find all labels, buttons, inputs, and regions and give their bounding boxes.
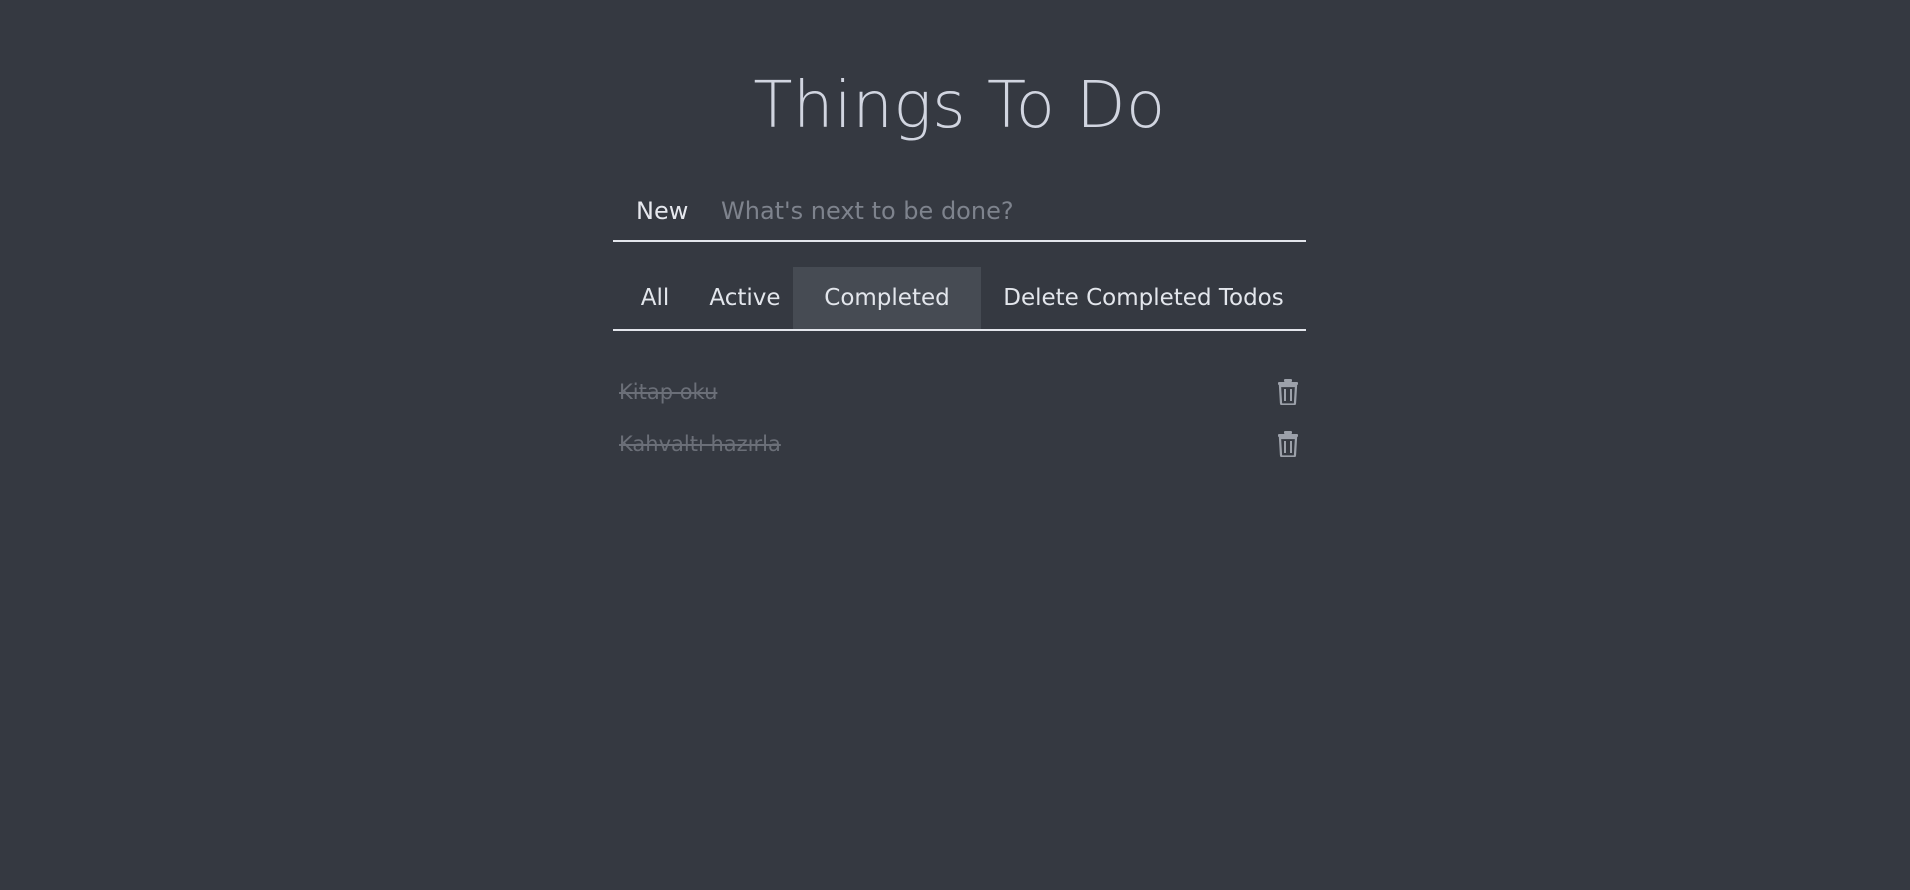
filter-all-button[interactable]: All — [613, 267, 697, 329]
delete-completed-button[interactable]: Delete Completed Todos — [981, 267, 1306, 329]
todo-text: Kahvaltı hazırla — [619, 432, 781, 456]
new-todo-input[interactable] — [721, 191, 1306, 231]
new-todo-label: New — [636, 197, 689, 225]
todo-item[interactable]: Kahvaltı hazırla — [613, 418, 1306, 470]
trash-icon[interactable] — [1274, 376, 1302, 408]
page-title: Things To Do — [753, 69, 1166, 143]
filter-completed-button[interactable]: Completed — [793, 267, 981, 329]
todo-list: Kitap oku Kahvaltı hazırla — [613, 366, 1306, 470]
new-todo-row: New — [613, 182, 1306, 242]
todo-item[interactable]: Kitap oku — [613, 366, 1306, 418]
filter-active-button[interactable]: Active — [697, 267, 793, 329]
filter-bar: All Active Completed Delete Completed To… — [613, 267, 1306, 331]
trash-icon[interactable] — [1274, 428, 1302, 460]
todo-text: Kitap oku — [619, 380, 718, 404]
